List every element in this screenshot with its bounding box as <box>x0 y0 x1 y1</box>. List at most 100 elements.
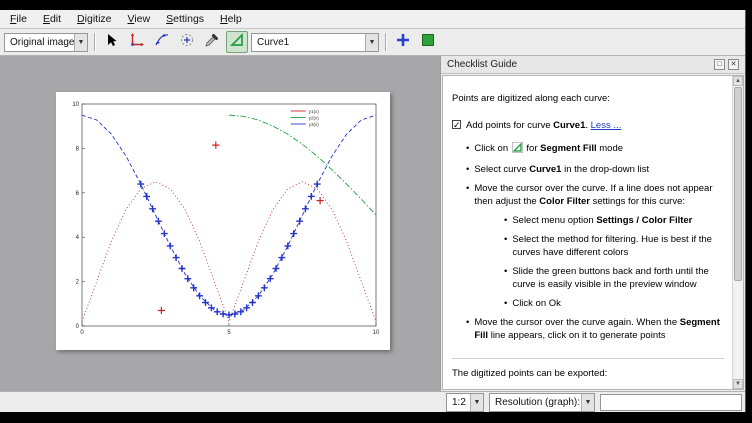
segment-fill-icon <box>229 32 245 53</box>
dock-title-bar[interactable]: Checklist Guide □ ✕ <box>441 56 745 74</box>
bullet-dot: • <box>504 214 507 227</box>
checklist-bullet: • Select curve Curve1 in the drop-down li… <box>466 163 724 176</box>
checklist-link[interactable]: Less ... <box>591 120 622 131</box>
curve-selector-combo[interactable]: Curve1 ▼ <box>251 33 379 52</box>
chevron-down-icon: ▼ <box>581 394 594 411</box>
text: for <box>524 143 540 154</box>
text: settings for this curve: <box>590 196 685 207</box>
menu-digitize[interactable]: Digitize <box>69 11 119 28</box>
image-selector-combo[interactable]: Original image ▼ <box>4 33 88 52</box>
svg-text:8: 8 <box>76 146 80 152</box>
text: Add points for curve <box>466 120 553 131</box>
status-bar: 1:2 ▼ Resolution (graph): ▼ <box>0 391 745 412</box>
scroll-down-icon[interactable]: ▼ <box>733 379 743 389</box>
bullet-text: Select the method for filtering. Hue is … <box>512 233 724 259</box>
svg-text:4: 4 <box>76 235 80 241</box>
bold-text: Curve1 <box>529 164 561 175</box>
text: Click on Ok <box>512 298 561 309</box>
zoom-combo[interactable]: 1:2 ▼ <box>446 393 484 412</box>
point-match-button[interactable] <box>176 31 198 53</box>
bullet-text: Move the cursor over the curve again. Wh… <box>474 316 724 342</box>
svg-text:y2(x): y2(x) <box>309 115 320 120</box>
scrollbar-thumb[interactable] <box>734 87 742 281</box>
svg-text:5: 5 <box>227 330 231 336</box>
bold-text: Segment Fill <box>540 143 596 154</box>
scroll-up-icon[interactable]: ▲ <box>733 76 743 86</box>
curve-points-icon <box>154 32 170 53</box>
resolution-combo[interactable]: Resolution (graph): ▼ <box>489 393 595 412</box>
bullet-dot: • <box>504 233 507 259</box>
status-text-field[interactable] <box>600 394 742 411</box>
chevron-down-icon: ▼ <box>365 34 378 51</box>
graph-canvas[interactable]: 02468100510y1(x)y2(x)y3(x) <box>56 92 390 350</box>
text: Select the method for filtering. Hue is … <box>512 234 712 258</box>
checklist-content: Points are digitized along each curve: ✓… <box>443 76 732 389</box>
checkbox-export[interactable] <box>452 389 461 390</box>
bullet-text: Click on for Segment Fill mode <box>474 142 623 157</box>
bold-text: Color Filter <box>539 196 590 207</box>
menu-file[interactable]: File <box>2 11 35 28</box>
checklist-guide-dock: Checklist Guide □ ✕ Points are digitized… <box>440 56 745 391</box>
svg-text:y1(x): y1(x) <box>309 109 320 114</box>
curve-points-button[interactable] <box>151 31 173 53</box>
bold-text: Curve1 <box>553 120 585 131</box>
text: in the drop-down list <box>561 164 649 175</box>
checklist-bullet: •Click on Ok <box>504 297 724 310</box>
checklist-bullet: •Move the cursor over the curve. If a li… <box>466 182 724 208</box>
dock-title: Checklist Guide <box>447 59 517 70</box>
cursor-arrow-icon <box>104 32 120 53</box>
menu-view[interactable]: View <box>120 11 159 28</box>
checklist-bullet: •Select the method for filtering. Hue is… <box>504 233 724 259</box>
svg-text:0: 0 <box>80 330 84 336</box>
eyedropper-icon <box>204 32 220 53</box>
bullet-dot: • <box>466 163 469 176</box>
text: Move the cursor over the curve again. Wh… <box>474 317 679 328</box>
menu-settings[interactable]: Settings <box>158 11 212 28</box>
checklist-item-text: Export the points to a file. More... <box>466 388 605 390</box>
bullet-dot: • <box>466 142 469 157</box>
bullet-text: Click on Ok <box>512 297 561 310</box>
text: Select curve <box>474 164 529 175</box>
curve-selector-value: Curve1 <box>252 37 365 48</box>
engauge-window: FileEditDigitizeViewSettingsHelp Origina… <box>0 10 746 412</box>
crosshair-button[interactable] <box>392 31 414 53</box>
bullet-dot: • <box>504 265 507 291</box>
color-picker-button[interactable] <box>201 31 223 53</box>
green-box-icon <box>420 32 436 53</box>
svg-text:2: 2 <box>76 280 80 286</box>
bullet-dot: • <box>466 316 469 342</box>
text: line appears, click on it to generate po… <box>488 330 665 341</box>
segment-fill-button[interactable] <box>226 31 248 53</box>
checklist-bullet: •Slide the green buttons back and forth … <box>504 265 724 291</box>
toolbar-separator <box>385 33 386 51</box>
checklist-item-export: Export the points to a file. More... <box>452 388 724 390</box>
chevron-down-icon: ▼ <box>74 34 87 51</box>
checklist-link[interactable]: More... <box>576 389 606 390</box>
green-box-button[interactable] <box>417 31 439 53</box>
toolbar: Original image ▼ <box>0 29 745 56</box>
close-icon[interactable]: ✕ <box>728 59 739 70</box>
menu-edit[interactable]: Edit <box>35 11 69 28</box>
bullet-text: Select curve Curve1 in the drop-down lis… <box>474 163 649 176</box>
checklist-item-text: Add points for curve Curve1. Less ... <box>466 119 621 132</box>
axis-points-button[interactable] <box>126 31 148 53</box>
float-icon[interactable]: □ <box>714 59 725 70</box>
checklist-bullet: • Click on for Segment Fill mode <box>466 142 724 157</box>
text: Click on <box>474 143 510 154</box>
letterbox-right <box>746 0 752 423</box>
crosshair-icon <box>395 32 411 53</box>
bold-text: Settings / Color Filter <box>596 215 692 226</box>
checkbox-add-points[interactable]: ✓ <box>452 120 461 129</box>
text: Export the points to a file. <box>466 389 576 390</box>
resolution-value: Resolution (graph): <box>490 397 581 408</box>
menu-help[interactable]: Help <box>212 11 250 28</box>
axis-points-icon <box>129 32 145 53</box>
letterbox-top <box>0 0 752 10</box>
checklist-scrollbar[interactable]: ▲ ▼ <box>732 76 743 389</box>
svg-text:10: 10 <box>373 330 380 336</box>
checklist-intro: Points are digitized along each curve: <box>452 92 724 105</box>
select-cursor-button[interactable] <box>101 31 123 53</box>
menu-bar: FileEditDigitizeViewSettingsHelp <box>0 10 745 29</box>
zoom-value: 1:2 <box>447 397 470 408</box>
checklist-outro: The digitized points can be exported: <box>452 367 724 380</box>
